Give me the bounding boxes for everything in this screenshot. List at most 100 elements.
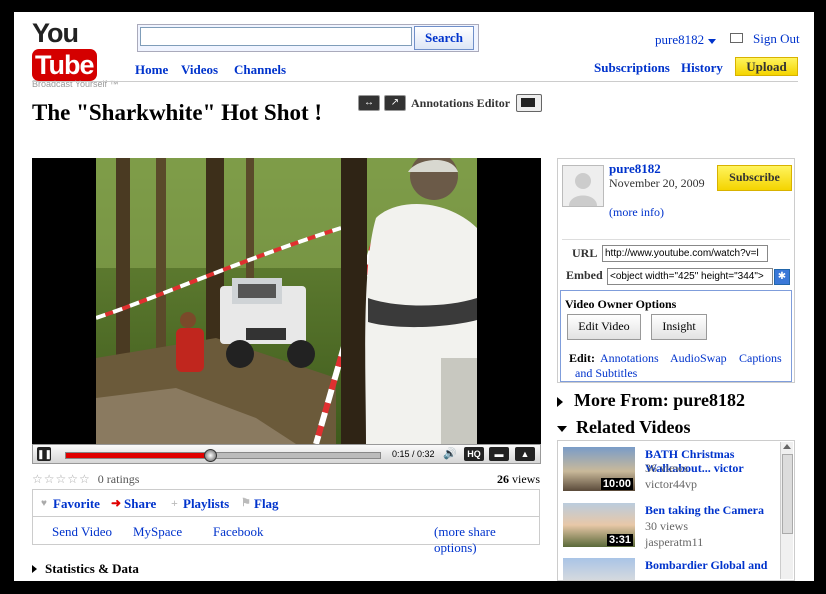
youtube-logo[interactable]: YouTube Broadcast Yourself ™ xyxy=(32,18,132,89)
favorite-button[interactable]: Favorite xyxy=(53,496,100,512)
rating-area: ☆☆☆☆☆ 0 ratings xyxy=(32,472,139,487)
scroll-thumb[interactable] xyxy=(782,454,793,534)
list-item[interactable]: Bombardier Global and xyxy=(558,553,780,580)
expand-arrow-icon xyxy=(557,396,563,407)
subscribe-button[interactable]: Subscribe xyxy=(717,165,792,191)
related-title[interactable]: Ben taking the Camera xyxy=(645,503,775,517)
inbox-icon[interactable] xyxy=(730,33,743,43)
video-frame-image xyxy=(96,158,477,444)
fullscreen-icon[interactable]: ▲ xyxy=(515,447,535,461)
nav-videos[interactable]: Videos xyxy=(181,62,218,78)
nav-channels[interactable]: Channels xyxy=(234,62,286,78)
owner-options-heading: Video Owner Options xyxy=(565,297,677,311)
embed-field[interactable]: <object width="425" height="344"> xyxy=(607,268,773,285)
send-video-link[interactable]: Send Video xyxy=(52,524,112,540)
edit-video-button[interactable]: Edit Video xyxy=(567,314,641,340)
sign-out-link[interactable]: Sign Out xyxy=(753,31,800,47)
url-field[interactable]: http://www.youtube.com/watch?v=l xyxy=(602,245,768,262)
subscriptions-link[interactable]: Subscriptions xyxy=(594,60,670,76)
popout-icon[interactable]: ↗ xyxy=(384,95,406,111)
related-toggle[interactable]: Related Videos xyxy=(557,417,691,438)
captions-link[interactable]: Captions and Subtitles xyxy=(575,351,782,380)
video-frame xyxy=(96,158,477,444)
video-thumbnail[interactable] xyxy=(563,558,635,580)
favorite-icon: ♥ xyxy=(41,498,47,509)
list-item[interactable]: 10:00 BATH Christmas Walkabout... victor… xyxy=(558,445,780,499)
playlists-icon: + xyxy=(171,496,178,510)
volume-icon[interactable]: 🔊 xyxy=(442,447,458,461)
more-from-toggle[interactable]: More From: pure8182 xyxy=(557,390,745,411)
progress-fill xyxy=(66,453,211,458)
duration-badge: 10:00 xyxy=(600,478,633,490)
flag-button[interactable]: Flag xyxy=(254,496,279,512)
playlists-button[interactable]: Playlists xyxy=(183,496,229,512)
search-button[interactable]: Search xyxy=(414,26,474,50)
star-rating-icon[interactable]: ☆☆☆☆☆ xyxy=(32,472,91,486)
username: pure8182 xyxy=(655,32,705,47)
list-item[interactable]: 3:31 Ben taking the Camera 30 views jasp… xyxy=(558,499,780,553)
chevron-down-icon xyxy=(708,38,717,44)
logo-tube: Tube xyxy=(32,49,97,81)
view-count: 26 views xyxy=(444,472,540,487)
history-link[interactable]: History xyxy=(681,60,723,76)
related-videos-list: 10:00 BATH Christmas Walkabout... victor… xyxy=(557,440,795,581)
related-user[interactable]: jasperatm11 xyxy=(645,535,703,550)
divider xyxy=(562,239,790,240)
uploader-name[interactable]: pure8182 xyxy=(609,161,661,177)
related-views: 36 views xyxy=(645,461,688,475)
hq-button[interactable]: HQ xyxy=(464,447,484,461)
expand-arrow-icon xyxy=(32,565,37,573)
progress-bar[interactable] xyxy=(65,449,381,462)
share-button[interactable]: Share xyxy=(124,496,156,512)
ratings-count: 0 ratings xyxy=(97,472,140,486)
more-from-heading: More From: pure8182 xyxy=(574,390,745,410)
related-user[interactable]: victor44vp xyxy=(645,477,697,492)
pause-icon[interactable]: ❚❚ xyxy=(37,447,52,461)
flag-icon: ⚑ xyxy=(241,497,251,509)
action-bar: ♥ Favorite ➜ Share + Playlists ⚑ Flag xyxy=(32,489,540,516)
share-options: Send Video MySpace Facebook (more share … xyxy=(32,516,540,555)
upload-date: November 20, 2009 xyxy=(609,176,705,190)
default-avatar-icon xyxy=(569,173,597,206)
url-label: URL xyxy=(572,246,598,260)
related-title[interactable]: Bombardier Global and xyxy=(645,558,775,572)
video-thumbnail[interactable]: 10:00 xyxy=(563,447,635,491)
statistics-label: Statistics & Data xyxy=(45,561,139,576)
related-heading: Related Videos xyxy=(576,417,691,437)
views-number: 26 xyxy=(497,472,509,486)
share-arrow-icon: ➜ xyxy=(111,496,122,510)
video-title: The "Sharkwhite" Hot Shot ! xyxy=(32,100,323,125)
nav-home[interactable]: Home xyxy=(135,62,168,78)
annotations-editor-label[interactable]: Annotations Editor xyxy=(411,96,510,111)
logo-you: You xyxy=(32,18,79,48)
captions-wrap: Captions and Subtitles xyxy=(575,351,789,381)
insight-button[interactable]: Insight xyxy=(651,314,707,340)
myspace-link[interactable]: MySpace xyxy=(133,524,182,540)
embed-label: Embed xyxy=(566,268,603,282)
widescreen-icon[interactable]: ▬ xyxy=(489,447,509,461)
owner-options-box: Video Owner Options Edit Video Insight E… xyxy=(560,290,792,382)
player-controls: ❚❚ 0:15 / 0:32 🔊 HQ ▬ ▲ xyxy=(32,444,541,464)
header-divider xyxy=(32,81,798,82)
video-player[interactable] xyxy=(32,158,541,444)
annotations-editor-icon[interactable] xyxy=(516,94,542,112)
facebook-link[interactable]: Facebook xyxy=(213,524,264,540)
views-label: views xyxy=(512,472,540,486)
duration-badge: 3:31 xyxy=(606,534,633,546)
scroll-up-icon[interactable] xyxy=(783,444,791,449)
progress-knob[interactable] xyxy=(204,449,218,462)
user-menu[interactable]: pure8182 xyxy=(655,32,717,48)
more-share-options-link[interactable]: (more share options) xyxy=(434,524,539,556)
statistics-toggle[interactable]: Statistics & Data xyxy=(32,561,139,577)
video-thumbnail[interactable]: 3:31 xyxy=(563,503,635,547)
expand-icon[interactable]: ↔ xyxy=(358,95,380,111)
scrollbar[interactable] xyxy=(780,442,793,579)
search-input[interactable] xyxy=(140,27,412,46)
upload-button[interactable]: Upload xyxy=(735,57,798,76)
uploader-panel: pure8182 November 20, 2009 (more info) S… xyxy=(557,158,795,383)
related-views: 30 views xyxy=(645,519,688,533)
embed-settings-icon[interactable]: ✱ xyxy=(774,269,790,285)
more-info-link[interactable]: (more info) xyxy=(609,205,664,220)
time-display: 0:15 / 0:32 xyxy=(392,449,435,459)
avatar[interactable] xyxy=(562,165,604,207)
